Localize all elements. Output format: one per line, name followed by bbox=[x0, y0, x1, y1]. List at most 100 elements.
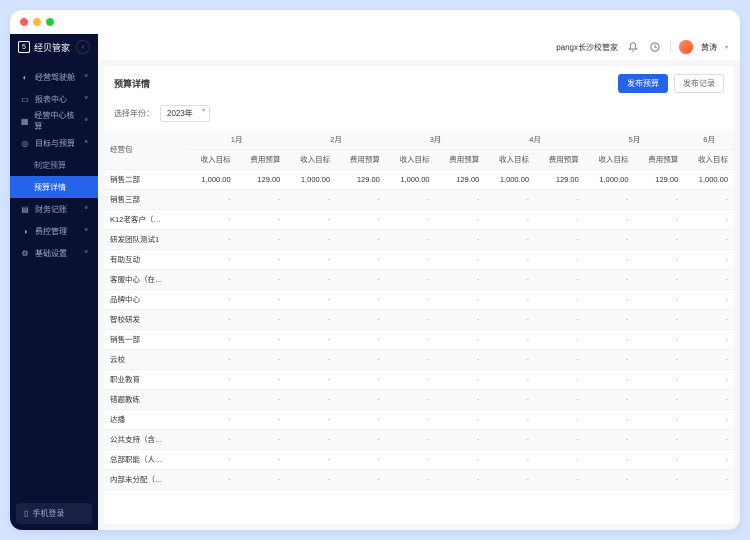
mobile-login-button[interactable]: ▯ 手机登录 bbox=[16, 503, 92, 524]
row-name-cell[interactable]: 内部未分配（… bbox=[104, 470, 187, 490]
value-cell: - bbox=[585, 410, 635, 430]
sidebar-collapse-button[interactable]: ‹ bbox=[76, 40, 90, 54]
value-cell: - bbox=[635, 230, 685, 250]
chevron-icon: ˅ bbox=[84, 118, 88, 124]
username[interactable]: 黄涛 bbox=[701, 42, 717, 53]
table-row: 智校研发----------- bbox=[104, 310, 734, 330]
budget-table-scroll[interactable]: 经营包1月2月3月4月5月6月收入目标费用预算收入目标费用预算收入目标费用预算收… bbox=[104, 130, 734, 524]
value-cell: - bbox=[386, 330, 436, 350]
table-row: 销售一部----------- bbox=[104, 330, 734, 350]
sidebar-item[interactable]: ◎目标与预算˄ bbox=[10, 132, 98, 154]
sidebar-item[interactable]: ◑费控管理˅ bbox=[10, 220, 98, 242]
nav-label: 目标与预算 bbox=[35, 138, 75, 149]
value-cell: - bbox=[386, 390, 436, 410]
value-cell: - bbox=[585, 430, 635, 450]
value-cell: - bbox=[535, 210, 585, 230]
chevron-icon: ˅ bbox=[84, 96, 88, 102]
value-cell: - bbox=[585, 190, 635, 210]
col-expense-header: 费用预算 bbox=[535, 150, 585, 170]
row-name-cell[interactable]: 有助互动 bbox=[104, 250, 187, 270]
clock-icon[interactable] bbox=[648, 40, 662, 54]
value-cell: - bbox=[585, 470, 635, 490]
row-name-cell[interactable]: 客服中心（在… bbox=[104, 270, 187, 290]
value-cell: - bbox=[187, 230, 237, 250]
row-name-cell[interactable]: 错题教练 bbox=[104, 390, 187, 410]
value-cell: - bbox=[336, 290, 386, 310]
value-cell: - bbox=[336, 310, 386, 330]
row-name-cell[interactable]: 研发团队测试1 bbox=[104, 230, 187, 250]
chevron-down-icon[interactable]: ▾ bbox=[725, 44, 728, 51]
value-cell: - bbox=[635, 330, 685, 350]
row-name-cell[interactable]: 职业教育 bbox=[104, 370, 187, 390]
publish-budget-button[interactable]: 发布预算 bbox=[618, 74, 668, 93]
nav-icon: ▦ bbox=[20, 116, 29, 126]
value-cell: - bbox=[585, 310, 635, 330]
chevron-icon: ˅ bbox=[84, 250, 88, 256]
window-close-icon[interactable] bbox=[20, 18, 28, 26]
main-area: pangx长沙校管家 黄涛 ▾ 预算详情 发布预算 发布记录 bbox=[98, 34, 740, 530]
year-select[interactable]: 2023年 bbox=[160, 105, 210, 122]
value-cell: - bbox=[286, 390, 336, 410]
page-title: 预算详情 bbox=[114, 77, 150, 90]
value-cell: - bbox=[237, 310, 287, 330]
value-cell: - bbox=[237, 350, 287, 370]
value-cell: 129.00 bbox=[336, 170, 386, 190]
sidebar-item[interactable]: ⚙基础设置˅ bbox=[10, 242, 98, 264]
row-name-cell[interactable]: 销售三部 bbox=[104, 190, 187, 210]
nav-icon: ◑ bbox=[20, 226, 30, 236]
row-name-cell[interactable]: K12老客户（… bbox=[104, 210, 187, 230]
value-cell: - bbox=[187, 410, 237, 430]
avatar[interactable] bbox=[679, 40, 693, 54]
value-cell: - bbox=[286, 310, 336, 330]
value-cell: - bbox=[436, 290, 486, 310]
value-cell: - bbox=[187, 390, 237, 410]
sidebar-subitem[interactable]: 预算详情 bbox=[10, 176, 98, 198]
value-cell: - bbox=[635, 390, 685, 410]
value-cell: - bbox=[187, 310, 237, 330]
value-cell: - bbox=[684, 370, 734, 390]
value-cell: - bbox=[237, 330, 287, 350]
bell-icon[interactable] bbox=[626, 40, 640, 54]
table-row: 销售二部1,000.00129.001,000.00129.001,000.00… bbox=[104, 170, 734, 190]
sidebar-subitem[interactable]: 制定预算 bbox=[10, 154, 98, 176]
sidebar-item[interactable]: ▭报表中心˅ bbox=[10, 88, 98, 110]
app-body: 5 经贝管家 ‹ ◐经营驾驶舱˅▭报表中心˅▦经营中心核算˅◎目标与预算˄制定预… bbox=[10, 34, 740, 530]
value-cell: - bbox=[635, 270, 685, 290]
col-income-header: 收入目标 bbox=[187, 150, 237, 170]
table-row: K12老客户（…----------- bbox=[104, 210, 734, 230]
value-cell: - bbox=[535, 450, 585, 470]
value-cell: - bbox=[684, 430, 734, 450]
nav-label: 基础设置 bbox=[35, 248, 67, 259]
value-cell: - bbox=[187, 190, 237, 210]
window-maximize-icon[interactable] bbox=[46, 18, 54, 26]
value-cell: 1,000.00 bbox=[286, 170, 336, 190]
value-cell: - bbox=[436, 390, 486, 410]
value-cell: - bbox=[286, 410, 336, 430]
value-cell: - bbox=[286, 230, 336, 250]
row-name-cell[interactable]: 销售二部 bbox=[104, 170, 187, 190]
row-name-cell[interactable]: 智校研发 bbox=[104, 310, 187, 330]
value-cell: - bbox=[237, 290, 287, 310]
value-cell: - bbox=[436, 230, 486, 250]
row-name-cell[interactable]: 公共支持（含… bbox=[104, 430, 187, 450]
table-row: 品牌中心----------- bbox=[104, 290, 734, 310]
value-cell: - bbox=[336, 450, 386, 470]
value-cell: 1,000.00 bbox=[585, 170, 635, 190]
col-month-header: 1月 bbox=[187, 130, 286, 150]
value-cell: 1,000.00 bbox=[386, 170, 436, 190]
row-name-cell[interactable]: 品牌中心 bbox=[104, 290, 187, 310]
sidebar-item[interactable]: ▤财务记账˅ bbox=[10, 198, 98, 220]
row-name-cell[interactable]: 达播 bbox=[104, 410, 187, 430]
window-minimize-icon[interactable] bbox=[33, 18, 41, 26]
sidebar-item[interactable]: ◐经营驾驶舱˅ bbox=[10, 66, 98, 88]
value-cell: - bbox=[635, 410, 685, 430]
sidebar-item[interactable]: ▦经营中心核算˅ bbox=[10, 110, 98, 132]
value-cell: - bbox=[436, 270, 486, 290]
row-name-cell[interactable]: 云校 bbox=[104, 350, 187, 370]
app-name: 经贝管家 bbox=[34, 41, 70, 54]
row-name-cell[interactable]: 销售一部 bbox=[104, 330, 187, 350]
row-name-cell[interactable]: 总部职能（人… bbox=[104, 450, 187, 470]
value-cell: - bbox=[237, 230, 287, 250]
value-cell: - bbox=[237, 210, 287, 230]
publish-records-button[interactable]: 发布记录 bbox=[674, 74, 724, 93]
